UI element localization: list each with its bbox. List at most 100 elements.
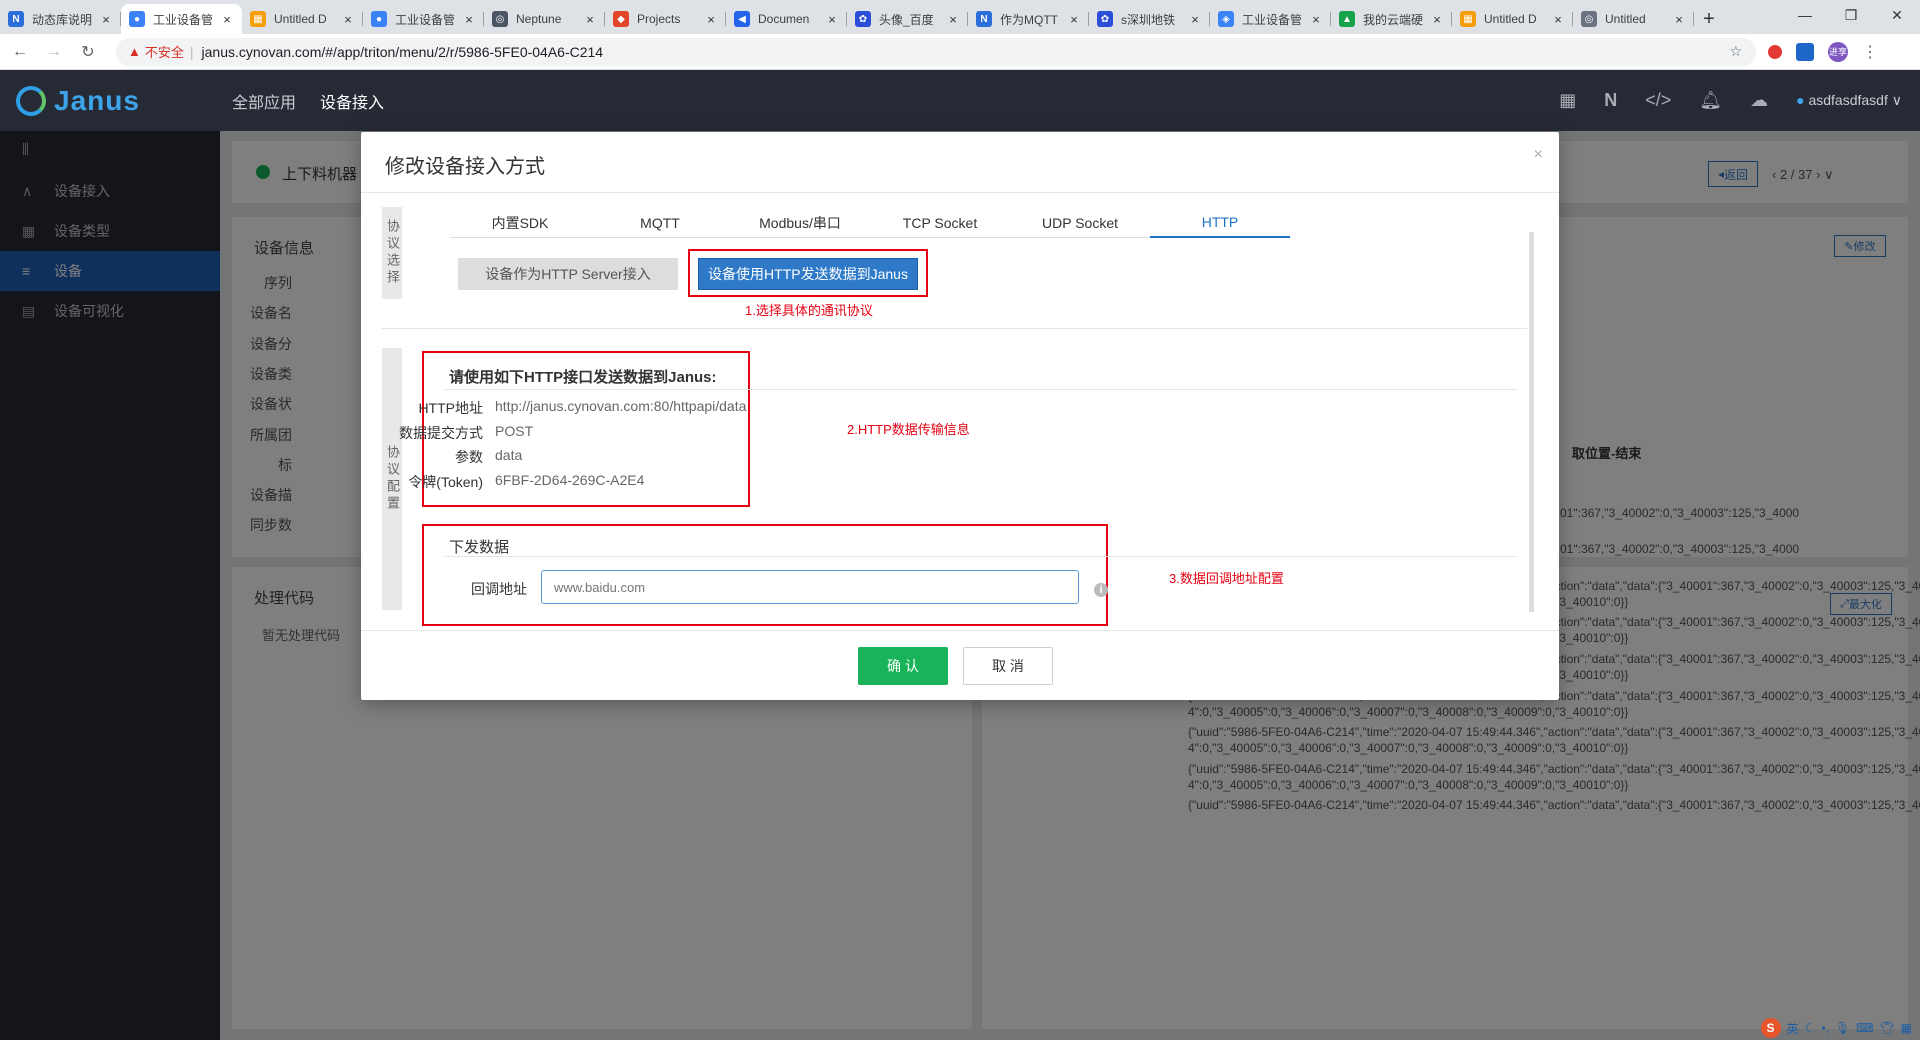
tab-favicon-icon: ▲ (1339, 11, 1355, 27)
protocol-tab[interactable]: Modbus/串口 (730, 208, 870, 238)
tab-favicon-icon: ◈ (1218, 11, 1234, 27)
browser-tab[interactable]: ▦ Untitled D × (1452, 4, 1573, 34)
forward-arrow-icon[interactable]: → (40, 38, 68, 66)
http-field-value: 6FBF-2D64-269C-A2E4 (495, 471, 645, 488)
punctuation-icon[interactable]: •, (1821, 1021, 1829, 1035)
toolbox-icon[interactable]: ▦ (1901, 1021, 1912, 1035)
callback-url-input[interactable] (541, 570, 1079, 604)
protocol-tabs: 内置SDK MQTT Modbus/串口 TCP Socket UDP Socket HT… (450, 208, 1290, 238)
tab-favicon-icon: ✿ (855, 11, 871, 27)
protocol-tab[interactable]: TCP Socket (870, 208, 1010, 238)
edit-access-modal: 修改设备接入方式 × 协议选择 内置SDK MQTT Modbus/串口 TCP So… (361, 132, 1559, 700)
tab-title: 动态库说明 (32, 12, 93, 27)
tab-close-icon[interactable]: × (704, 12, 718, 27)
tab-close-icon[interactable]: × (341, 12, 355, 27)
tab-close-icon[interactable]: × (1430, 12, 1444, 27)
close-icon[interactable]: × (1534, 146, 1543, 164)
janus-logo[interactable]: Janus (0, 85, 220, 117)
skin-icon[interactable]: 👕︎ (1879, 1021, 1894, 1035)
back-arrow-icon[interactable]: ← (6, 38, 34, 66)
browser-tab[interactable]: ◀ Documen × (726, 4, 847, 34)
tab-title: Untitled (1605, 12, 1646, 26)
logo-text: Janus (54, 84, 140, 116)
browser-tab[interactable]: N 作为MQTT × (968, 4, 1089, 34)
section-divider (382, 328, 1527, 329)
protocol-tab[interactable]: HTTP (1150, 208, 1290, 238)
extension-blue-icon[interactable] (1796, 42, 1814, 61)
modal-title: 修改设备接入方式 (385, 156, 545, 178)
browser-tab[interactable]: N 动态库说明 × (0, 4, 121, 34)
tab-title: Untitled D (1484, 12, 1537, 26)
user-menu[interactable]: ● asdfasdfasdf ∨ (1796, 92, 1902, 109)
bookmark-star-icon[interactable]: ☆ (1729, 43, 1742, 60)
downlink-heading-divider (445, 556, 1517, 557)
protocol-tab[interactable]: 内置SDK (450, 208, 590, 238)
tab-favicon-icon: ✿ (1097, 11, 1113, 27)
tab-close-icon[interactable]: × (1309, 12, 1323, 27)
browser-tab[interactable]: ◎ Untitled × (1573, 4, 1694, 34)
tab-close-icon[interactable]: × (583, 12, 597, 27)
tab-close-icon[interactable]: × (1672, 12, 1686, 27)
annotation-2: 2.HTTP数据传输信息 (847, 422, 970, 437)
protocol-tab[interactable]: MQTT (590, 208, 730, 238)
tab-title: 工业设备管 (153, 12, 214, 27)
tab-close-icon[interactable]: × (946, 12, 960, 27)
tab-favicon-icon: ◆ (613, 11, 629, 27)
new-tab-button[interactable]: + (1694, 4, 1724, 34)
browser-tab[interactable]: ▲ 我的云端硬 × (1331, 4, 1452, 34)
profile-avatar[interactable]: 进享 (1828, 41, 1848, 62)
tab-title: Untitled D (274, 12, 327, 26)
warning-icon: ▲ (128, 44, 141, 59)
tab-close-icon[interactable]: × (99, 12, 113, 27)
tab-close-icon[interactable]: × (220, 12, 234, 27)
mic-icon[interactable]: 🎙︎ (1835, 1021, 1850, 1035)
menu-dots-icon[interactable]: ⋮ (1862, 42, 1878, 62)
http-field-key: 令牌(Token) (408, 473, 483, 490)
tab-title: 我的云端硬 (1363, 12, 1424, 27)
info-icon[interactable]: i (1094, 583, 1108, 597)
browser-tab[interactable]: ▦ Untitled D × (242, 4, 363, 34)
grid-apps-icon[interactable]: ▦ (1559, 90, 1576, 111)
url-input[interactable]: ▲ 不安全 | janus.cynovan.com/#/app/triton/m… (116, 37, 1756, 66)
extension-red-icon[interactable] (1768, 44, 1782, 59)
nav-device-access[interactable]: 设备接入 (320, 89, 384, 113)
bell-icon[interactable]: 🔔︎ (1699, 90, 1722, 111)
moon-icon[interactable]: ☾ (1805, 1021, 1816, 1035)
minimize-button[interactable]: — (1782, 0, 1828, 30)
modal-footer-divider (361, 630, 1559, 631)
sogou-ime-icon[interactable]: S (1760, 1018, 1781, 1038)
browser-tab[interactable]: ◎ Neptune × (484, 4, 605, 34)
tab-favicon-icon: ● (129, 11, 145, 27)
tab-favicon-icon: ▦ (1460, 11, 1476, 27)
tab-title: 头像_百度 (879, 12, 934, 27)
tab-close-icon[interactable]: × (462, 12, 476, 27)
n-logo-icon[interactable]: N (1604, 90, 1617, 111)
browser-tab[interactable]: ✿ s深圳地铁 × (1089, 4, 1210, 34)
tab-close-icon[interactable]: × (1188, 12, 1202, 27)
window-close-button[interactable]: ✕ (1874, 0, 1920, 30)
maximize-button[interactable]: ❐ (1828, 0, 1874, 30)
tab-close-icon[interactable]: × (1551, 12, 1565, 27)
confirm-button[interactable]: 确 认 (858, 647, 948, 685)
modal-scrollbar[interactable] (1529, 232, 1534, 612)
browser-tab[interactable]: ● 工业设备管 × (363, 4, 484, 34)
tab-close-icon[interactable]: × (1067, 12, 1081, 27)
browser-tab[interactable]: ◈ 工业设备管 × (1210, 4, 1331, 34)
http-field-value: POST (495, 422, 534, 439)
user-name: asdfasdfasdf (1808, 92, 1888, 108)
keyboard-icon[interactable]: ⌨ (1856, 1021, 1873, 1035)
tab-close-icon[interactable]: × (825, 12, 839, 27)
browser-tab[interactable]: ◆ Projects × (605, 4, 726, 34)
reload-icon[interactable]: ↻ (74, 38, 102, 66)
protocol-tab[interactable]: UDP Socket (1010, 208, 1150, 238)
browser-tab[interactable]: ✿ 头像_百度 × (847, 4, 968, 34)
nav-all-apps[interactable]: 全部应用 (232, 89, 296, 113)
http-server-mode-button[interactable]: 设备作为HTTP Server接入 (458, 258, 678, 290)
cloud-icon[interactable]: ☁ (1750, 90, 1768, 111)
cancel-button[interactable]: 取 消 (963, 647, 1053, 685)
tab-title: Neptune (516, 12, 562, 26)
browser-tab[interactable]: ● 工业设备管 × (121, 4, 242, 34)
code-icon[interactable]: </> (1645, 90, 1671, 111)
http-interface-heading: 请使用如下HTTP接口发送数据到Janus: (449, 369, 717, 386)
ime-language[interactable]: 英 (1787, 1020, 1799, 1037)
